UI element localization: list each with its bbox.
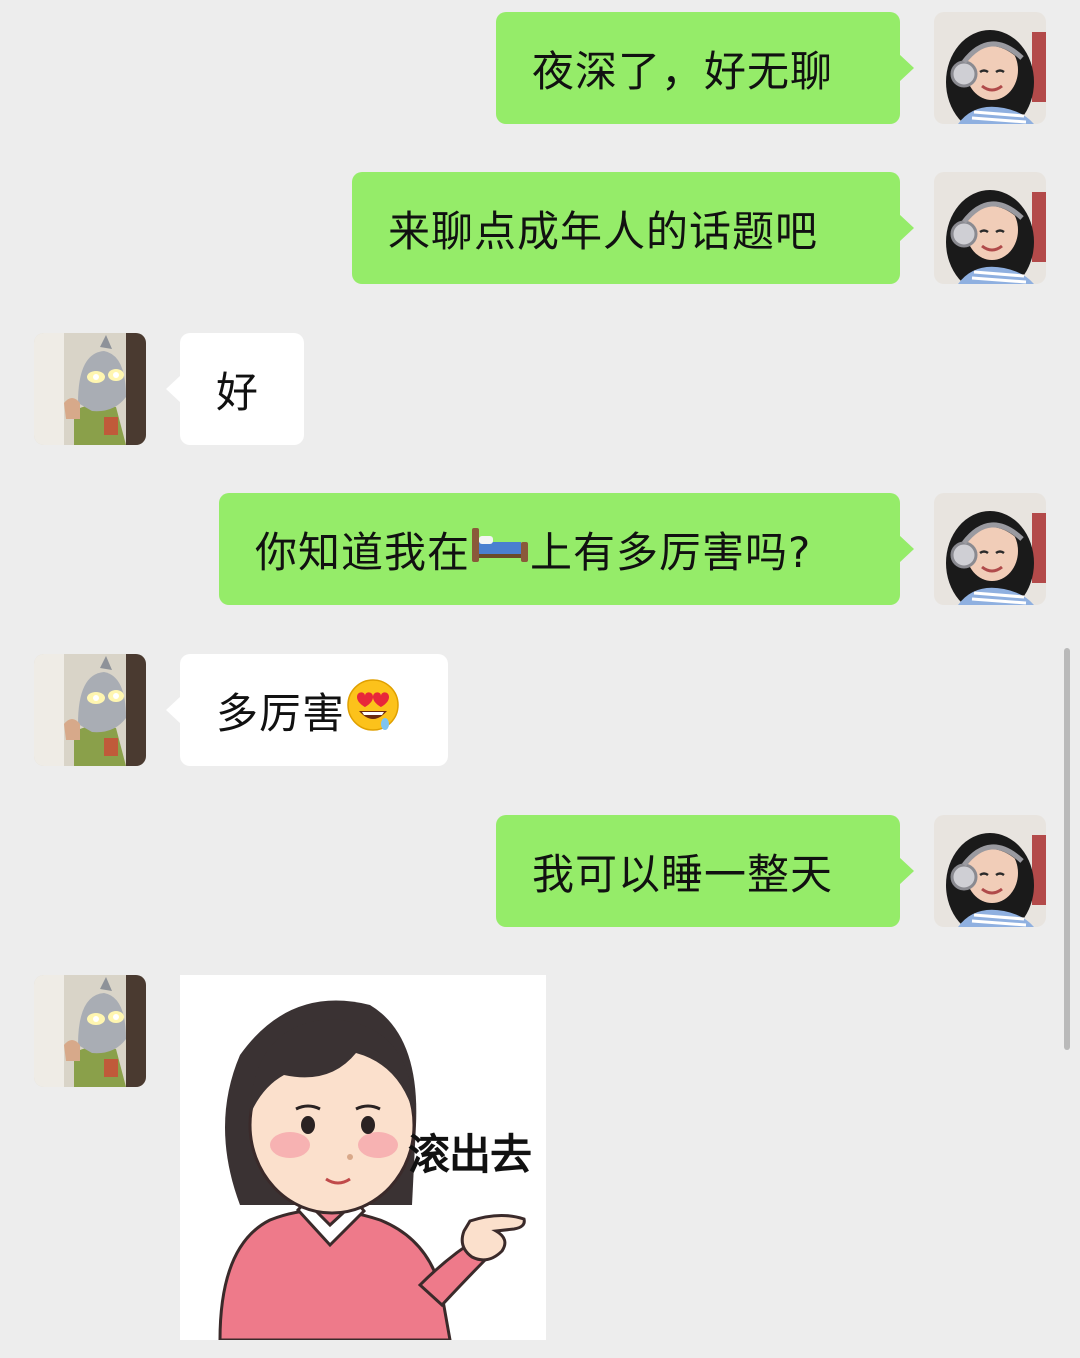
girl-with-headphones-icon xyxy=(934,815,1046,927)
message-text: 多厉害 xyxy=(216,688,346,738)
friend-avatar[interactable] xyxy=(34,654,146,766)
friend-avatar[interactable] xyxy=(34,333,146,445)
scrollbar[interactable] xyxy=(1064,648,1070,1050)
message-text-after: 上有多厉害吗? xyxy=(530,527,812,577)
girl-with-headphones-icon xyxy=(934,172,1046,284)
girl-with-headphones-icon xyxy=(934,12,1046,124)
masked-hero-icon xyxy=(34,333,146,445)
sticker-caption: 滚出去 xyxy=(408,1130,532,1179)
message-bubble-incoming[interactable]: 多厉害 xyxy=(166,654,448,766)
message-text-before: 你知道我在 xyxy=(255,527,471,577)
chat-thread: 夜深了，好无聊 来聊点成年人的话题吧 好 你知道我在 上有多厉害吗? 多厉害 我… xyxy=(0,0,1080,1358)
message-text: 来聊点成年人的话题吧 xyxy=(388,206,819,256)
heart-eyes-drool-emoji-icon xyxy=(345,677,401,743)
message-bubble-outgoing[interactable]: 你知道我在 上有多厉害吗? xyxy=(219,493,914,605)
masked-hero-icon xyxy=(34,975,146,1087)
message-text: 好 xyxy=(216,367,260,417)
sticker-message[interactable]: 滚出去 xyxy=(180,975,546,1340)
my-avatar[interactable] xyxy=(934,815,1046,927)
message-bubble-outgoing[interactable]: 我可以睡一整天 xyxy=(496,815,914,927)
message-bubble-outgoing[interactable]: 夜深了，好无聊 xyxy=(496,12,914,124)
my-avatar[interactable] xyxy=(934,493,1046,605)
my-avatar[interactable] xyxy=(934,172,1046,284)
friend-avatar[interactable] xyxy=(34,975,146,1087)
message-bubble-incoming[interactable]: 好 xyxy=(166,333,304,445)
bed-emoji-icon xyxy=(470,522,530,576)
message-text: 夜深了，好无聊 xyxy=(532,46,834,96)
girl-with-headphones-icon xyxy=(934,493,1046,605)
my-avatar[interactable] xyxy=(934,12,1046,124)
message-bubble-outgoing[interactable]: 来聊点成年人的话题吧 xyxy=(352,172,914,284)
message-text: 我可以睡一整天 xyxy=(532,849,834,899)
masked-hero-icon xyxy=(34,654,146,766)
